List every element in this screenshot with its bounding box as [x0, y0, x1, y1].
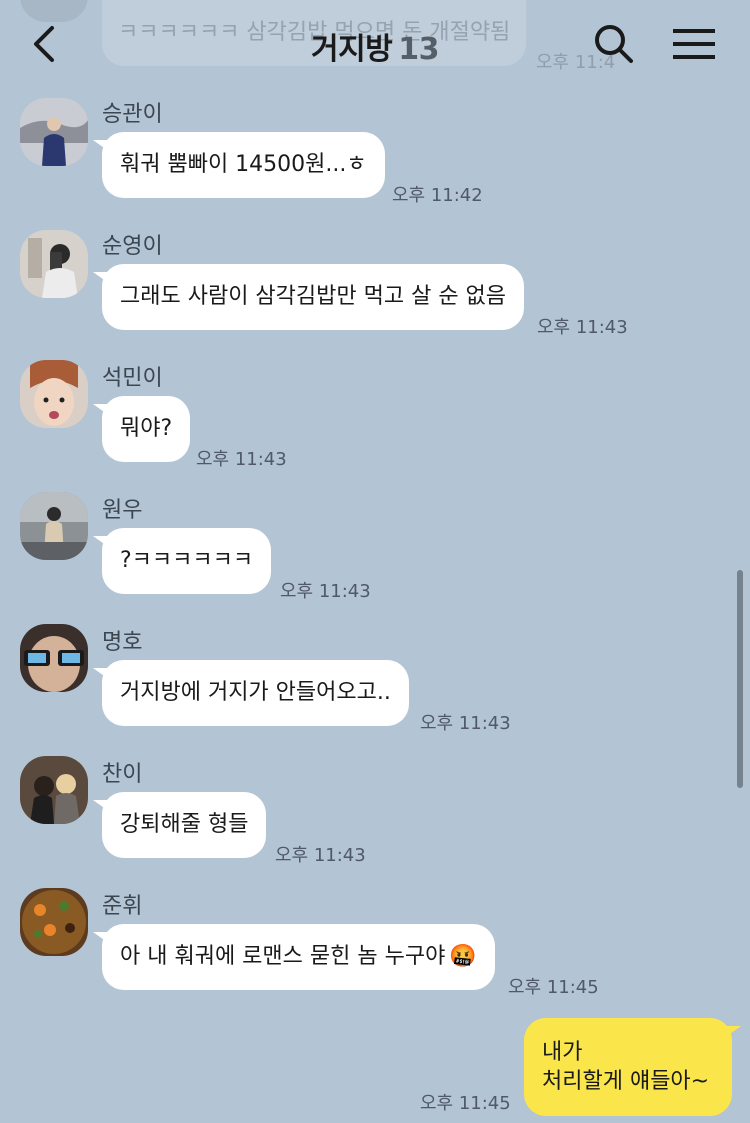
my-message-line: 내가 [542, 1040, 583, 1065]
message-time: 오후 11:43 [537, 317, 628, 338]
chat-header: 거지방 13 [0, 0, 750, 88]
message-time: 오후 11:43 [196, 449, 287, 470]
profile-photo [20, 624, 88, 692]
chat-title: 거지방 13 [0, 24, 750, 68]
sender-name: 명호 [102, 630, 143, 655]
sender-name: 승관이 [102, 102, 163, 127]
profile-photo [20, 492, 88, 560]
message-text: 아 내 훠궈에 로맨스 묻힌 놈 누구야 [120, 944, 446, 969]
menu-button[interactable] [672, 26, 716, 62]
angry-emoji: 🤬 [449, 944, 477, 969]
message-bubble[interactable]: 훠궈 뿜빠이 14500원...ㅎ [93, 132, 385, 198]
profile-photo [20, 756, 88, 824]
profile-photo [20, 98, 88, 166]
sender-name: 원우 [102, 498, 143, 523]
search-icon [595, 25, 633, 63]
message-bubble[interactable]: ?ㅋㅋㅋㅋㅋㅋ [92, 528, 272, 594]
my-message-line: 처리할게 얘들아~ [542, 1069, 710, 1094]
scrollbar[interactable] [737, 570, 743, 788]
chat-room-name: 거지방 [310, 32, 393, 67]
message-time: 오후 11:42 [392, 185, 483, 206]
hamburger-menu-icon [673, 29, 715, 59]
member-count: 13 [398, 32, 440, 67]
message-time: 오후 11:45 [508, 977, 599, 998]
message-bubble[interactable]: 뭐야? [92, 396, 191, 462]
avatar[interactable] [20, 230, 88, 298]
search-button[interactable] [592, 22, 636, 66]
sender-name: 석민이 [102, 366, 163, 391]
avatar[interactable] [20, 492, 88, 560]
profile-photo [20, 360, 88, 428]
message-bubble[interactable]: 거지방에 거지가 안들어오고.. [93, 660, 409, 726]
sender-name: 준휘 [102, 894, 143, 919]
sender-name: 순영이 [102, 234, 163, 259]
avatar[interactable] [20, 624, 88, 692]
sender-name: 찬이 [102, 762, 143, 787]
message-bubble[interactable]: 그래도 사람이 삼각김밥만 먹고 살 순 없음 [92, 264, 525, 330]
avatar[interactable] [20, 888, 88, 956]
avatar[interactable] [20, 756, 88, 824]
avatar[interactable] [20, 360, 88, 428]
message-time: 오후 11:45 [420, 1093, 511, 1114]
message-time: 오후 11:43 [420, 713, 511, 734]
avatar[interactable] [20, 98, 88, 166]
message-bubble[interactable]: 아 내 훠궈에 로맨스 묻힌 놈 누구야 🤬 [93, 924, 495, 990]
message-time: 오후 11:43 [280, 581, 371, 602]
profile-photo [20, 230, 88, 298]
message-bubble[interactable]: 강퇴해줄 형들 [92, 792, 267, 858]
profile-photo [20, 888, 88, 956]
my-message-bubble[interactable]: 내가 처리할게 얘들아~ [524, 1018, 741, 1116]
message-time: 오후 11:43 [275, 845, 366, 866]
